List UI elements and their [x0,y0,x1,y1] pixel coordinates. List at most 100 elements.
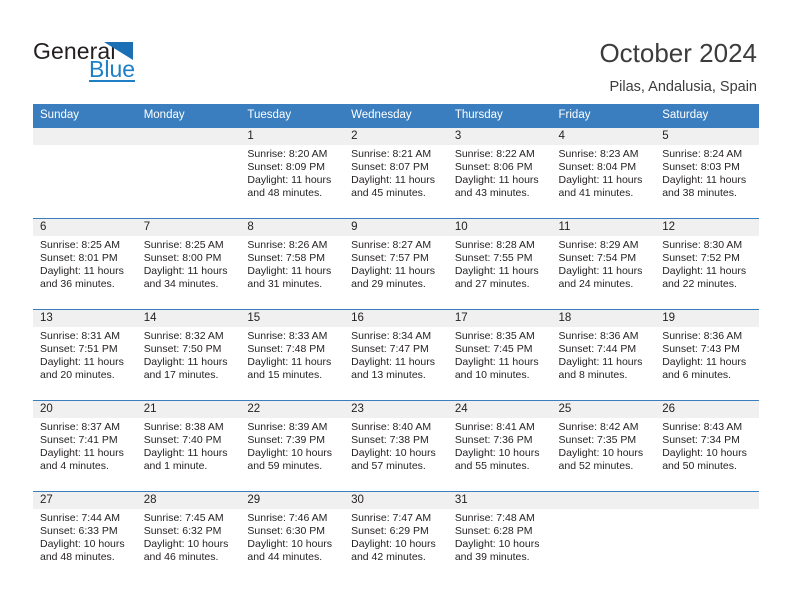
calendar-day-cell[interactable]: 26 Sunrise: 8:43 AM Sunset: 7:34 PM Dayligh… [655,400,759,492]
day-cell-inner: 30 Sunrise: 7:47 AM Sunset: 6:29 PM Dayligh… [344,492,448,582]
day-cell-inner [655,492,759,582]
day-number: 11 [551,219,656,236]
calendar-day-cell[interactable]: 1 Sunrise: 8:20 AM Sunset: 8:09 PM Daylight… [240,127,345,219]
sunrise-sunset-calendar: Sunday Monday Tuesday Wednesday Thursday… [33,104,759,582]
day-cell-inner: 29 Sunrise: 7:46 AM Sunset: 6:30 PM Dayligh… [240,492,345,582]
daylight-duration-line1: Daylight: 11 hours [351,265,435,278]
day-number: 15 [240,310,345,327]
daylight-duration-line2: and 24 minutes. [558,278,634,291]
day-details: Sunrise: 8:34 AM Sunset: 7:47 PM Daylight:… [344,327,448,382]
calendar-day-cell[interactable]: 4 Sunrise: 8:23 AM Sunset: 8:04 PM Daylight… [551,127,656,219]
daylight-duration-line2: and 10 minutes. [454,369,530,382]
calendar-day-cell[interactable]: 20 Sunrise: 8:37 AM Sunset: 7:41 PM Dayligh… [33,400,137,492]
sunset-time: Sunset: 8:01 PM [40,252,118,265]
calendar-day-cell[interactable]: 3 Sunrise: 8:22 AM Sunset: 8:06 PM Daylight… [447,127,552,219]
daylight-duration-line1: Daylight: 11 hours [454,356,539,369]
daylight-duration-line2: and 34 minutes. [143,278,219,291]
sunrise-time: Sunrise: 8:42 AM [558,421,639,433]
calendar-day-cell[interactable]: 21 Sunrise: 8:38 AM Sunset: 7:40 PM Dayligh… [136,400,241,492]
calendar-day-cell[interactable]: 22 Sunrise: 8:39 AM Sunset: 7:39 PM Dayligh… [240,400,345,492]
daylight-duration-line1: Daylight: 11 hours [247,265,332,278]
daylight-duration-line1: Daylight: 11 hours [143,356,228,369]
calendar-day-cell[interactable]: 13 Sunrise: 8:31 AM Sunset: 7:51 PM Dayligh… [33,309,137,401]
calendar-week-row: 27 Sunrise: 7:44 AM Sunset: 6:33 PM Dayligh… [33,491,759,582]
sunrise-time: Sunrise: 8:34 AM [351,330,432,342]
daylight-duration-line1: Daylight: 11 hours [351,356,435,369]
calendar-day-cell[interactable]: 8 Sunrise: 8:26 AM Sunset: 7:58 PM Daylight… [240,218,345,310]
calendar-day-cell[interactable]: 31 Sunrise: 7:48 AM Sunset: 6:28 PM Dayligh… [447,491,552,582]
day-cell-inner: 26 Sunrise: 8:43 AM Sunset: 7:34 PM Dayligh… [655,401,759,491]
day-cell-inner: 22 Sunrise: 8:39 AM Sunset: 7:39 PM Dayligh… [240,401,345,491]
calendar-day-cell[interactable]: 28 Sunrise: 7:45 AM Sunset: 6:32 PM Dayligh… [136,491,241,582]
day-cell-inner: 8 Sunrise: 8:26 AM Sunset: 7:58 PM Daylight… [240,219,345,309]
day-cell-inner: 15 Sunrise: 8:33 AM Sunset: 7:48 PM Dayligh… [240,310,345,400]
daylight-duration-line1: Daylight: 11 hours [40,447,124,460]
calendar-day-cell[interactable]: 6 Sunrise: 8:25 AM Sunset: 8:01 PM Daylight… [33,218,137,310]
day-number: 17 [447,310,552,327]
sunset-time: Sunset: 7:39 PM [247,434,326,447]
sunrise-time: Sunrise: 8:28 AM [454,239,535,251]
daylight-duration-line2: and 55 minutes. [454,460,530,473]
calendar-day-cell[interactable]: 17 Sunrise: 8:35 AM Sunset: 7:45 PM Dayligh… [447,309,552,401]
daylight-duration-line1: Daylight: 10 hours [143,538,229,551]
day-details: Sunrise: 8:25 AM Sunset: 8:01 PM Daylight:… [33,236,137,291]
day-cell-inner: 12 Sunrise: 8:30 AM Sunset: 7:52 PM Dayligh… [655,219,759,309]
calendar-page: General Blue October 2024 Pilas, Andalus… [0,0,792,612]
daylight-duration-line2: and 13 minutes. [351,369,426,382]
sunrise-time: Sunrise: 8:37 AM [40,421,120,433]
weekday-header-friday: Friday [551,104,656,128]
calendar-day-cell[interactable]: 25 Sunrise: 8:42 AM Sunset: 7:35 PM Dayligh… [551,400,656,492]
sunrise-time: Sunrise: 8:41 AM [454,421,535,433]
daylight-duration-line2: and 41 minutes. [558,187,634,200]
calendar-day-cell[interactable]: 11 Sunrise: 8:29 AM Sunset: 7:54 PM Dayligh… [551,218,656,310]
calendar-day-cell[interactable]: 2 Sunrise: 8:21 AM Sunset: 8:07 PM Daylight… [344,127,448,219]
calendar-day-cell[interactable]: 15 Sunrise: 8:33 AM Sunset: 7:48 PM Dayligh… [240,309,345,401]
sunrise-time: Sunrise: 8:23 AM [558,148,639,160]
day-number: 6 [33,219,137,236]
sunset-time: Sunset: 6:28 PM [454,525,533,538]
calendar-day-cell[interactable]: 16 Sunrise: 8:34 AM Sunset: 7:47 PM Dayligh… [344,309,448,401]
calendar-day-cell[interactable]: 27 Sunrise: 7:44 AM Sunset: 6:33 PM Dayligh… [33,491,137,582]
day-number: 2 [344,128,448,145]
sunset-time: Sunset: 7:55 PM [454,252,533,265]
calendar-day-cell[interactable]: 18 Sunrise: 8:36 AM Sunset: 7:44 PM Dayligh… [551,309,656,401]
calendar-day-cell[interactable]: 19 Sunrise: 8:36 AM Sunset: 7:43 PM Dayligh… [655,309,759,401]
general-blue-logo[interactable]: General Blue [33,38,183,84]
calendar-day-cell[interactable]: 30 Sunrise: 7:47 AM Sunset: 6:29 PM Dayligh… [344,491,448,582]
calendar-day-cell[interactable]: 9 Sunrise: 8:27 AM Sunset: 7:57 PM Daylight… [344,218,448,310]
sunset-time: Sunset: 7:54 PM [558,252,637,265]
day-number: 23 [344,401,448,418]
sunrise-time: Sunrise: 8:29 AM [558,239,639,251]
calendar-day-cell[interactable]: 5 Sunrise: 8:24 AM Sunset: 8:03 PM Daylight… [655,127,759,219]
sunrise-time: Sunrise: 8:20 AM [247,148,328,160]
calendar-day-cell[interactable]: 23 Sunrise: 8:40 AM Sunset: 7:38 PM Dayligh… [344,400,448,492]
day-number: 10 [447,219,552,236]
daylight-duration-line2: and 52 minutes. [558,460,634,473]
daylight-duration-line2: and 36 minutes. [40,278,115,291]
day-number: 31 [447,492,552,509]
daylight-duration-line1: Daylight: 11 hours [454,174,539,187]
day-number: 7 [136,219,241,236]
calendar-day-cell[interactable]: 12 Sunrise: 8:30 AM Sunset: 7:52 PM Dayligh… [655,218,759,310]
calendar-day-cell[interactable]: 7 Sunrise: 8:25 AM Sunset: 8:00 PM Daylight… [136,218,241,310]
sunset-time: Sunset: 7:48 PM [247,343,326,356]
sunrise-time: Sunrise: 7:44 AM [40,512,120,524]
sunset-time: Sunset: 7:34 PM [662,434,740,447]
daylight-duration-line2: and 31 minutes. [247,278,323,291]
calendar-day-cell[interactable]: 10 Sunrise: 8:28 AM Sunset: 7:55 PM Dayligh… [447,218,552,310]
day-details: Sunrise: 7:47 AM Sunset: 6:29 PM Daylight:… [344,509,448,564]
sunrise-time: Sunrise: 7:46 AM [247,512,328,524]
calendar-day-cell[interactable]: 29 Sunrise: 7:46 AM Sunset: 6:30 PM Dayligh… [240,491,345,582]
day-cell-inner [136,128,241,218]
calendar-day-cell[interactable]: 14 Sunrise: 8:32 AM Sunset: 7:50 PM Dayligh… [136,309,241,401]
sunset-time: Sunset: 6:30 PM [247,525,326,538]
daylight-duration-line2: and 1 minute. [143,460,208,473]
sunrise-time: Sunrise: 8:40 AM [351,421,432,433]
sunrise-time: Sunrise: 8:30 AM [662,239,743,251]
daylight-duration-line2: and 44 minutes. [247,551,323,564]
day-cell-inner: 20 Sunrise: 8:37 AM Sunset: 7:41 PM Dayligh… [33,401,137,491]
day-cell-inner: 11 Sunrise: 8:29 AM Sunset: 7:54 PM Dayligh… [551,219,656,309]
calendar-day-cell[interactable]: 24 Sunrise: 8:41 AM Sunset: 7:36 PM Dayligh… [447,400,552,492]
sunrise-time: Sunrise: 8:36 AM [558,330,639,342]
daylight-duration-line2: and 6 minutes. [662,369,732,382]
